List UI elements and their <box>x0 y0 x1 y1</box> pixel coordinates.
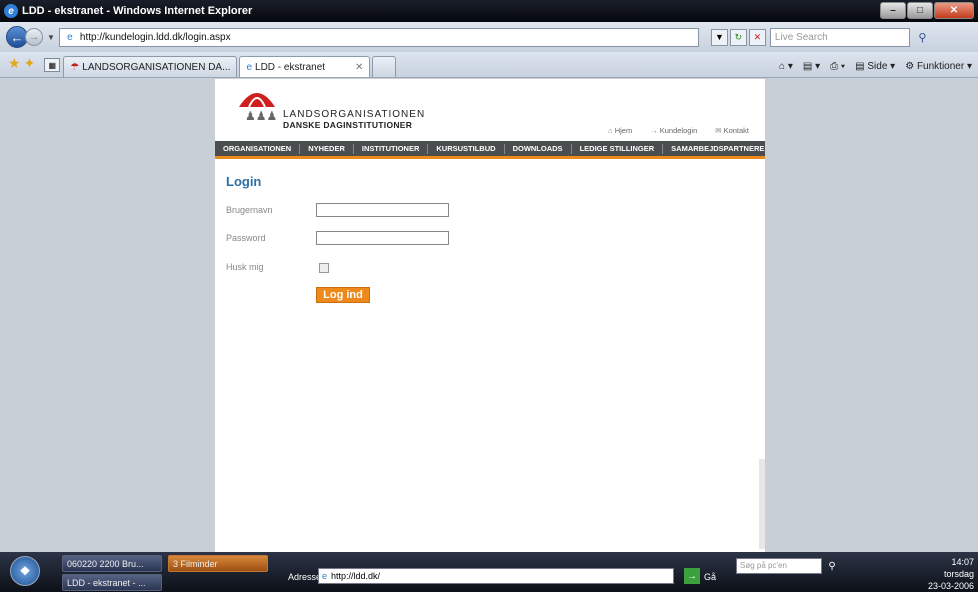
menu-ledige-stillinger[interactable]: LEDIGE STILLINGER <box>572 143 664 154</box>
add-favorites-icon[interactable]: ✦ <box>24 55 36 72</box>
maximize-button[interactable]: □ <box>907 2 933 19</box>
tab-landsorganisationen[interactable]: ☂ LANDSORGANISATIONEN DA... <box>63 56 238 77</box>
username-label: Brugernavn <box>226 205 273 215</box>
tab-close-icon[interactable]: ✕ <box>355 62 363 73</box>
quick-tabs-icon[interactable]: ▦ <box>44 58 61 72</box>
login-button[interactable]: Log ind <box>316 287 370 303</box>
remember-label: Husk mig <box>226 262 264 272</box>
tools-menu[interactable]: ⚙ Funktioner ▾ <box>905 61 972 72</box>
children-figures-icon: ♟♟♟ <box>245 109 278 123</box>
key-icon: → <box>650 126 658 135</box>
ie-favicon-icon: e <box>246 61 253 73</box>
taskbar-address-input[interactable]: e http://ldd.dk/ <box>318 568 674 584</box>
taskbar-item-ie[interactable]: LDD - ekstranet - ... <box>62 574 162 591</box>
ie-small-icon: e <box>322 571 328 581</box>
remember-checkbox[interactable] <box>319 263 329 273</box>
search-input[interactable]: Live Search <box>769 27 910 47</box>
desktop-search-input[interactable]: Søg på pc'en <box>736 558 822 574</box>
umbrella-logo-icon <box>239 93 275 108</box>
favorites-star-icon[interactable]: ★ <box>8 55 21 72</box>
taskbar-go-icon[interactable]: → <box>684 568 700 584</box>
minimize-button[interactable]: – <box>880 2 906 19</box>
taskbar-go-label[interactable]: Gå <box>704 572 716 582</box>
org-name-line1: LANDSORGANISATIONEN <box>283 109 426 120</box>
address-toolbar: ← → ▼ e http://kundelogin.ldd.dk/login.a… <box>0 22 978 52</box>
address-input[interactable]: e http://kundelogin.ldd.dk/login.aspx <box>58 27 699 47</box>
taskbar-item-filminder[interactable]: 3 Filminder <box>168 555 268 572</box>
menu-downloads[interactable]: DOWNLOADS <box>505 143 572 154</box>
print-icon[interactable]: ⎙ ▾ <box>830 61 845 72</box>
kundelogin-link[interactable]: → Kundelogin <box>650 126 697 135</box>
search-icon[interactable]: ⚲ <box>914 29 931 46</box>
house-icon: ⌂ <box>608 126 613 135</box>
tab-ldd-ekstranet[interactable]: e LDD - ekstranet ✕ <box>239 56 371 77</box>
menu-institutioner[interactable]: INSTITUTIONER <box>354 143 429 154</box>
window-title: LDD - ekstranet - Windows Internet Explo… <box>22 5 253 17</box>
system-tray: 14:07 torsdag 23-03-2006 <box>856 554 978 592</box>
web-page: ♟♟♟ LANDSORGANISATIONEN DANSKE DAGINSTIT… <box>215 79 765 552</box>
forward-button[interactable]: → <box>25 28 43 46</box>
start-button[interactable]: ❖ <box>10 556 40 586</box>
page-menu-icon: ▤ <box>855 61 865 72</box>
contact-link[interactable]: ✉ Kontakt <box>715 126 749 135</box>
window-title-bar: e LDD - ekstranet - Windows Internet Exp… <box>0 0 978 22</box>
org-name-line2: DANSKE DAGINSTITUTIONER <box>283 120 413 130</box>
password-input[interactable] <box>316 231 449 245</box>
page-menu[interactable]: ▤ Side ▾ <box>855 61 895 72</box>
umbrella-favicon-icon: ☂ <box>70 61 80 73</box>
internet-explorer-icon: e <box>4 4 18 18</box>
menu-samarbejdspartnere[interactable]: SAMARBEJDSPARTNERE <box>663 144 772 154</box>
feeds-icon[interactable]: ▤ ▾ <box>803 61 820 72</box>
menu-nyheder[interactable]: NYHEDER <box>300 143 354 154</box>
history-dropdown-icon[interactable]: ▼ <box>47 33 55 42</box>
address-dropdown-icon[interactable]: ▼ <box>710 28 728 46</box>
login-title: Login <box>226 174 262 189</box>
taskbar-address-label: Adresse <box>288 572 322 582</box>
side-strip <box>759 459 765 549</box>
desktop-search-icon[interactable]: ⚲ <box>824 558 840 574</box>
page-icon: e <box>67 31 73 43</box>
home-link[interactable]: ⌂ Hjem <box>608 126 632 135</box>
tab-bar: ★ ✦ ▦ ☂ LANDSORGANISATIONEN DA... e LDD … <box>0 52 978 78</box>
taskbar-item-video[interactable]: 060220 2200 Bru... <box>62 555 162 572</box>
menu-kursustilbud[interactable]: KURSUSTILBUD <box>428 143 505 154</box>
username-input[interactable] <box>316 203 449 217</box>
gear-icon: ⚙ <box>905 61 915 72</box>
stop-icon[interactable]: ✕ <box>748 28 766 46</box>
mail-icon: ✉ <box>715 126 722 135</box>
clock[interactable]: 14:07 torsdag 23-03-2006 <box>928 556 974 592</box>
main-menu: ORGANISATIONEN NYHEDER INSTITUTIONER KUR… <box>215 141 765 159</box>
password-label: Password <box>226 233 266 243</box>
home-icon[interactable]: ⌂ ▾ <box>779 61 793 72</box>
new-tab-button[interactable] <box>372 56 397 77</box>
menu-organisationen[interactable]: ORGANISATIONEN <box>215 143 301 154</box>
refresh-icon[interactable]: ↻ <box>729 28 747 46</box>
close-button[interactable]: ✕ <box>934 2 974 19</box>
